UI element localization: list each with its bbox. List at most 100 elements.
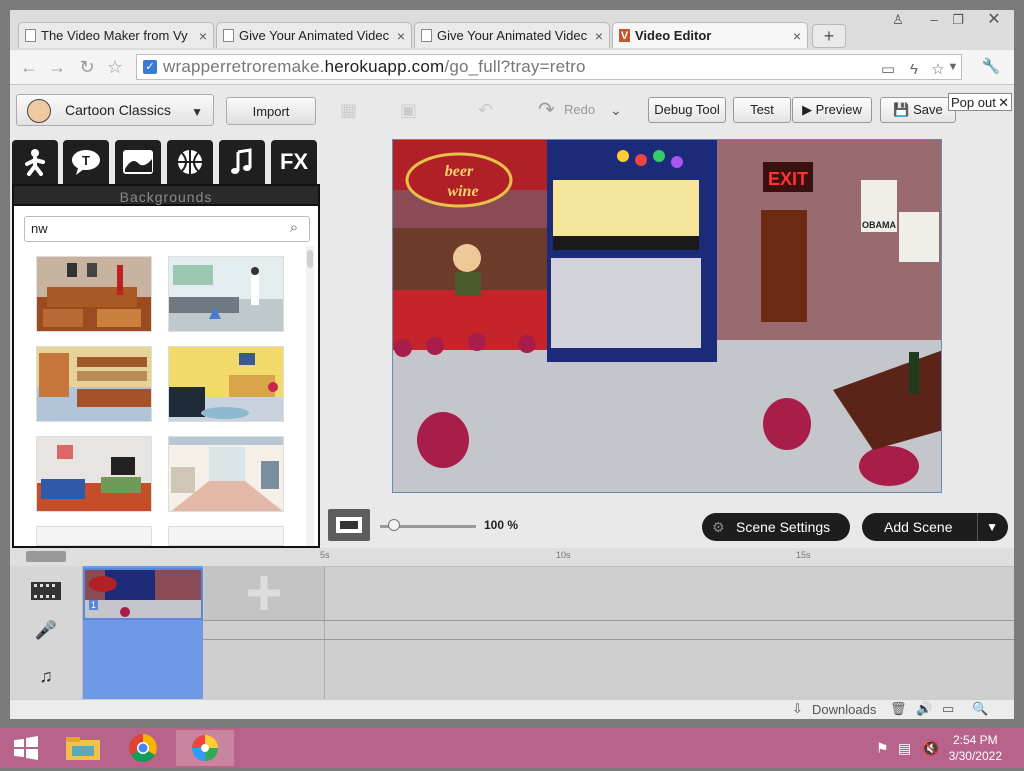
background-thumbnail-living-room[interactable] [168,346,284,422]
speech-bubble-icon: T [72,150,100,175]
bar-scene-image: beer wine EXIT OBAMA [393,140,941,492]
status-bar: ⇩ Downloads 🗑 🔊 ▭ 🔍 [10,699,1014,719]
cut-icon[interactable]: ▦ [340,97,362,123]
downloads-link[interactable]: Downloads [812,702,876,717]
preview-button[interactable]: ▶ Preview [792,97,872,123]
background-icon [123,150,153,174]
save-button[interactable]: 💾 Save [880,97,956,123]
chevron-down-icon[interactable]: ▼ [977,513,998,541]
browser-tab-2[interactable]: Give Your Animated Videc × [216,22,412,48]
screen-icon[interactable]: ▭ [942,701,954,717]
zoom-icon[interactable]: 🔍 [972,701,988,717]
zoom-value: 100 % [484,518,519,532]
close-tab-icon[interactable]: × [595,23,603,48]
add-scene-placeholder[interactable] [204,566,324,620]
address-input[interactable]: ✓ wrapperretroremake.herokuapp.com/go_fu… [136,54,962,80]
hallway-image [169,437,283,511]
save-label: Save [913,102,943,117]
poster-text: OBAMA [862,220,896,230]
windows-start-icon[interactable] [0,730,58,766]
close-tab-icon[interactable]: × [793,23,801,48]
browser-tab-1[interactable]: The Video Maker from Vy × [18,22,214,48]
flag-icon[interactable]: ⚑ [876,740,889,757]
character-icon [25,149,45,176]
tab-sound[interactable] [219,140,265,184]
collapse-timeline-icon[interactable] [26,551,66,562]
background-thumbnail-partial-2[interactable] [168,526,284,546]
downloads-icon[interactable]: ⇩ [792,701,803,717]
ruler-label-10s: 10s [556,550,571,560]
pop-out-button[interactable]: Pop out ✕ [948,93,1012,111]
file-explorer-icon[interactable] [56,730,114,766]
network-icon[interactable]: ▤ [898,740,911,757]
tab-fx[interactable]: FX [271,140,317,184]
browser-tab-3[interactable]: Give Your Animated Videc × [414,22,610,48]
close-tab-icon[interactable]: × [397,23,405,48]
track-separator [203,620,1014,621]
restore-icon[interactable]: ❐ [944,10,972,30]
tab-speech[interactable]: T [63,140,109,184]
reload-icon[interactable]: ↻ [76,56,98,78]
category-tabs: T FX [12,140,320,184]
tab-backgrounds[interactable] [115,140,161,184]
undo-icon[interactable]: ↶ [478,97,500,123]
scene-settings-button[interactable]: ⚙ Scene Settings [702,513,850,541]
scrollbar-thumb[interactable] [307,250,313,268]
system-clock[interactable]: 2:54 PM 3/30/2022 [949,732,1002,764]
test-button[interactable]: Test [733,97,791,123]
scene-thumbnail[interactable]: 1 [83,568,203,620]
cartoon-face-icon [27,99,51,123]
video-editor-favicon: V [619,29,630,42]
new-tab-button[interactable]: + [812,24,846,48]
background-thumbnail-courtroom[interactable] [36,256,152,332]
background-thumbnail-store[interactable] [36,346,152,422]
chevron-down-icon: ▼ [191,105,203,119]
profile-icon[interactable]: ♙ [884,10,912,30]
address-bar-row: ← → ↻ ☆ ✓ wrapperretroremake.herokuapp.c… [10,50,1014,85]
dropdown-icon[interactable]: ▼ [942,56,964,78]
import-button[interactable]: Import [226,97,316,125]
courtroom-image [37,257,151,331]
flash-icon[interactable]: ϟ [903,59,925,81]
add-scene-button[interactable]: Add Scene ▼ [862,513,1008,541]
back-icon[interactable]: ← [18,56,40,78]
speaker-icon[interactable]: 🔊 [916,701,932,717]
tab-title: Video Editor [635,28,712,43]
close-window-icon[interactable]: ✕ [980,10,1008,30]
ruler-label-5s: 5s [320,550,330,560]
svg-text:T: T [82,153,90,168]
chrome-icon[interactable] [114,730,172,766]
redo-label[interactable]: Redo [564,97,595,123]
chevron-down-icon[interactable]: ⌄ [610,97,632,123]
library-list: nw ⌕ [12,206,320,548]
search-icon[interactable]: ⌕ [285,219,303,237]
camera-view-icon[interactable] [328,509,370,541]
background-thumbnail-hallway[interactable] [168,436,284,512]
scene-stage[interactable]: beer wine EXIT OBAMA [392,139,942,493]
forward-icon[interactable]: → [46,56,68,78]
debug-tool-button[interactable]: Debug Tool [648,97,726,123]
close-icon[interactable]: ✕ [998,94,1009,112]
theme-select[interactable]: Cartoon Classics ▼ [16,94,214,126]
zoom-slider-handle[interactable] [388,519,401,531]
close-tab-icon[interactable]: × [199,23,207,48]
background-thumbnail-lab[interactable] [168,256,284,332]
copy-icon[interactable]: ▣ [400,97,422,123]
background-thumbnail-partial-1[interactable] [36,526,152,546]
background-thumbnail-bedroom[interactable] [36,436,152,512]
add-scene-label: Add Scene [884,519,953,535]
library-scrollbar[interactable] [306,246,314,546]
redo-icon[interactable]: ↷ [538,97,562,123]
browser-tab-video-editor[interactable]: V Video Editor × [612,22,808,48]
volume-muted-icon[interactable]: 🔇 [922,740,939,757]
timeline-ruler: 5s 10s 15s [10,548,1014,567]
tab-props[interactable] [167,140,213,184]
search-input[interactable]: nw ⌕ [24,216,310,242]
trash-icon[interactable]: 🗑 [890,701,907,717]
blocked-popup-icon[interactable]: ▭ [877,59,899,81]
asset-panel: Cartoon Classics ▼ Import T FX Backgroun… [12,85,320,548]
photos-app-icon[interactable] [176,730,234,766]
wrench-icon[interactable]: 🔧 [980,56,1002,78]
bookmark-star-icon[interactable]: ☆ [104,56,126,78]
tab-characters[interactable] [12,140,58,184]
